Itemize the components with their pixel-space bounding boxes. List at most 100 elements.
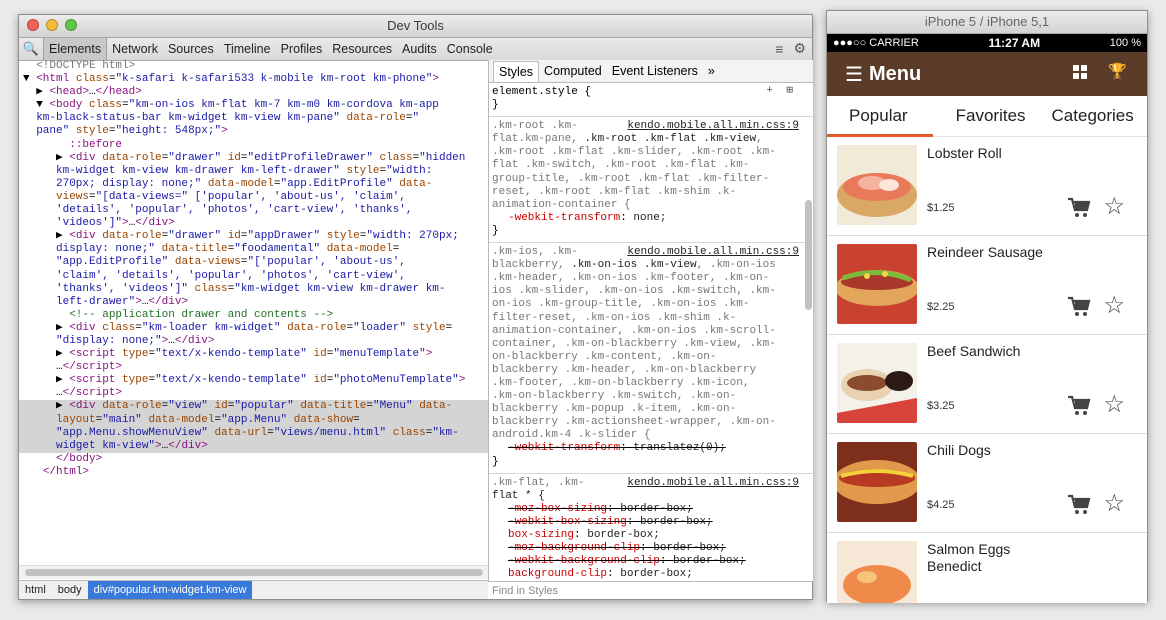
tree-line[interactable]: ▼ <html class="k-safari k-safari533 k-mo…	[19, 73, 488, 86]
tab-sources[interactable]: Sources	[163, 38, 219, 60]
list-item[interactable]: Beef Sandwich $3.25 ☆	[827, 335, 1147, 434]
item-name: Beef Sandwich	[927, 343, 1021, 359]
tab-console[interactable]: Console	[442, 38, 498, 60]
trophy-icon[interactable]: 🏆	[1108, 62, 1127, 80]
devtools-titlebar[interactable]: Dev Tools	[19, 15, 812, 38]
window-title: Dev Tools	[387, 18, 444, 33]
favorite-star-icon[interactable]: ☆	[1103, 294, 1125, 318]
minimize-window-button[interactable]	[46, 19, 58, 31]
tree-line[interactable]: ▶ <div data-role="drawer" id="appDrawer"…	[19, 230, 488, 243]
list-item[interactable]: Salmon Eggs Benedict	[827, 533, 1147, 603]
favorite-star-icon[interactable]: ☆	[1103, 195, 1125, 219]
cart-icon[interactable]	[1067, 494, 1091, 516]
tree-line[interactable]: ▶ <div data-role="drawer" id="editProfil…	[19, 152, 488, 165]
tree-line[interactable]: ▼ <body class="km-on-ios km-flat km-7 km…	[19, 99, 488, 112]
list-item[interactable]: Chili Dogs $4.25 ☆	[827, 434, 1147, 533]
tree-line[interactable]: <!DOCTYPE html>	[19, 60, 488, 73]
tree-line[interactable]: km-widget km-view km-drawer km-left-draw…	[19, 165, 488, 178]
tree-line[interactable]: 'claim', 'details', 'popular', 'photos',…	[19, 270, 488, 283]
style-rule[interactable]: kendo.mobile.all.min.css:9 .km-ios, .km-…	[489, 243, 813, 474]
tree-line-selected[interactable]: layout="main" data-model="app.Menu" data…	[19, 413, 488, 427]
list-item[interactable]: Lobster Roll $1.25 ☆	[827, 137, 1147, 236]
tree-line[interactable]: display: none;" data-title="foodamental"…	[19, 243, 488, 256]
tree-line[interactable]: left-drawer">…</div>	[19, 296, 488, 309]
food-image	[837, 541, 917, 603]
elements-tree[interactable]: <!DOCTYPE html> ▼ <html class="k-safari …	[19, 60, 488, 582]
favorite-star-icon[interactable]: ☆	[1103, 393, 1125, 417]
find-in-styles-input[interactable]: Find in Styles	[488, 581, 812, 599]
tree-line[interactable]: </html>	[19, 466, 488, 479]
tree-line[interactable]: 'thanks', 'videos']" class="km-widget km…	[19, 283, 488, 296]
battery-level: 100 %	[1109, 37, 1141, 49]
item-name: Chili Dogs	[927, 442, 991, 458]
style-rule-element[interactable]: element.style { + ⊞ }	[489, 83, 813, 118]
tree-line[interactable]: ▶ <div class="km-loader km-widget" data-…	[19, 322, 488, 335]
tree-line[interactable]: ▶ <script type="text/x-kendo-template" i…	[19, 374, 488, 387]
tree-line[interactable]: 'videos']">…</div>	[19, 217, 488, 230]
tree-line[interactable]: "display: none;">…</div>	[19, 335, 488, 348]
tree-line-selected[interactable]: "app.Menu.showMenuView" data-url="views/…	[19, 426, 488, 440]
zoom-window-button[interactable]	[65, 19, 77, 31]
tab-profiles[interactable]: Profiles	[276, 38, 328, 60]
tree-line[interactable]: ▶ <script type="text/x-kendo-template" i…	[19, 348, 488, 361]
tree-line[interactable]: ::before	[19, 139, 488, 152]
tree-line[interactable]: views="[data-views=" ['popular', 'about-…	[19, 191, 488, 204]
breadcrumb-body[interactable]: body	[52, 581, 88, 599]
cart-icon[interactable]	[1067, 197, 1091, 219]
app-navbar: ☰ Menu 🏆	[827, 52, 1147, 96]
tree-line[interactable]: 270px; display: none;" data-model="app.E…	[19, 178, 488, 191]
food-image	[837, 343, 917, 423]
tree-line-selected[interactable]: widget km-view">…</div>	[19, 439, 488, 453]
vertical-scrollbar[interactable]	[803, 160, 813, 570]
rule-source-link[interactable]: kendo.mobile.all.min.css:9	[624, 246, 799, 260]
cart-icon[interactable]	[1067, 395, 1091, 417]
gear-icon[interactable]: ⚙	[793, 40, 806, 57]
tab-timeline[interactable]: Timeline	[219, 38, 276, 60]
simulator-titlebar[interactable]: iPhone 5 / iPhone 5,1	[827, 11, 1147, 34]
tab-favorites[interactable]: Favorites	[956, 106, 1026, 126]
item-price: $3.25	[927, 400, 955, 412]
menu-list: Lobster Roll $1.25 ☆ Reindeer Sausage $2…	[827, 137, 1147, 603]
close-window-button[interactable]	[27, 19, 39, 31]
favorite-star-icon[interactable]: ☆	[1103, 492, 1125, 516]
toggle-state-icon[interactable]: ⊞	[786, 85, 793, 98]
tree-line[interactable]: ▶ <head>…</head>	[19, 86, 488, 99]
tree-line[interactable]: </body>	[19, 453, 488, 466]
item-price: $4.25	[927, 499, 955, 511]
breadcrumb-selected-div[interactable]: div#popular.km-widget.km-view	[87, 581, 253, 599]
grid-view-icon[interactable]	[1073, 65, 1087, 79]
tab-elements[interactable]: Elements	[43, 38, 108, 60]
tree-line-selected[interactable]: ▶ <div data-role="view" id="popular" dat…	[19, 400, 488, 414]
tab-resources[interactable]: Resources	[327, 38, 397, 60]
tree-line[interactable]: km-black-status-bar km-widget km-view km…	[19, 112, 488, 125]
rule-source-link[interactable]: kendo.mobile.all.min.css:9	[624, 476, 799, 490]
console-drawer-icon[interactable]: ≡	[775, 41, 783, 57]
food-image	[837, 244, 917, 324]
tab-popular[interactable]: Popular	[849, 106, 908, 126]
simulator-title: iPhone 5 / iPhone 5,1	[924, 14, 1050, 29]
tree-line[interactable]: "app.EditProfile" data-views="['popular'…	[19, 256, 488, 269]
more-tabs-chevron-icon[interactable]: »	[703, 61, 720, 81]
tab-network[interactable]: Network	[107, 38, 163, 60]
horizontal-scrollbar[interactable]	[19, 565, 488, 579]
tab-styles[interactable]: Styles	[493, 60, 540, 82]
tab-event-listeners[interactable]: Event Listeners	[607, 61, 703, 81]
tree-line[interactable]: 'details', 'popular', 'photos', 'cart-vi…	[19, 204, 488, 217]
style-rule[interactable]: kendo.mobile.all.min.css:9 .km-flat, .km…	[489, 474, 813, 581]
breadcrumb-html[interactable]: html	[19, 581, 52, 599]
cart-icon[interactable]	[1067, 296, 1091, 318]
add-rule-icon[interactable]: +	[766, 85, 773, 98]
tree-line[interactable]: <!-- application drawer and contents -->	[19, 309, 488, 322]
hamburger-menu-icon[interactable]: ☰	[845, 62, 863, 87]
tree-line[interactable]: …</script>	[19, 361, 488, 374]
tab-categories[interactable]: Categories	[1052, 106, 1134, 126]
tree-line[interactable]: …</script>	[19, 387, 488, 400]
list-item[interactable]: Reindeer Sausage $2.25 ☆	[827, 236, 1147, 335]
tab-computed[interactable]: Computed	[539, 61, 607, 81]
tab-audits[interactable]: Audits	[397, 38, 442, 60]
style-rule[interactable]: kendo.mobile.all.min.css:9 .km-root .km-…	[489, 117, 813, 244]
ios-status-bar: ●●●○○ CARRIER 11:27 AM 100 %	[827, 34, 1147, 52]
tree-line[interactable]: pane" style="height: 548px;">	[19, 125, 488, 138]
inspect-search-icon[interactable]: 🔍	[19, 41, 43, 57]
rule-source-link[interactable]: kendo.mobile.all.min.css:9	[624, 120, 799, 134]
